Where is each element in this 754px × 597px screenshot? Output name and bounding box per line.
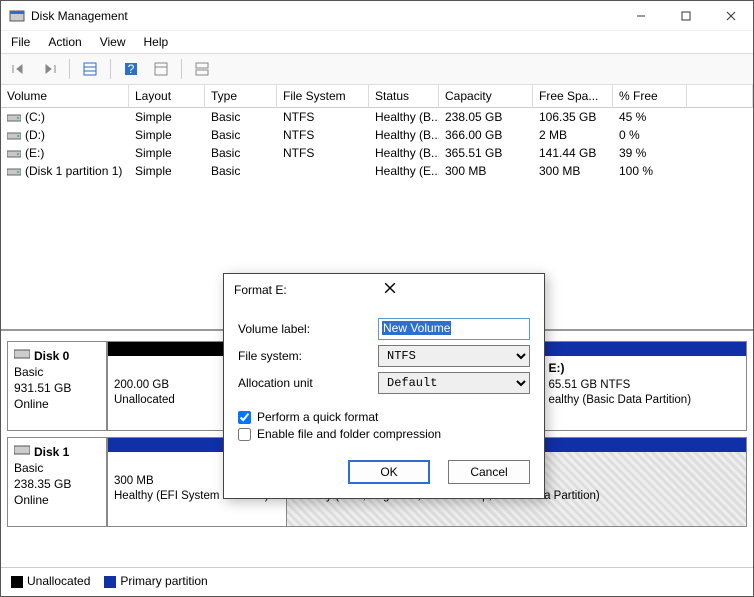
- menu-file[interactable]: File: [11, 35, 30, 49]
- volume-label-input[interactable]: New Volume: [378, 318, 530, 340]
- allocation-unit-select[interactable]: Default: [378, 372, 530, 394]
- table-row[interactable]: (E:)SimpleBasicNTFSHealthy (B...365.51 G…: [1, 144, 753, 162]
- drive-icon: [7, 148, 21, 158]
- help-button[interactable]: ?: [119, 58, 143, 80]
- partition[interactable]: E:)65.51 GB NTFSealthy (Basic Data Parti…: [542, 342, 746, 430]
- table-row[interactable]: (Disk 1 partition 1)SimpleBasicHealthy (…: [1, 162, 753, 180]
- titlebar: Disk Management: [1, 1, 753, 31]
- format-dialog: Format E: Volume label: New Volume File …: [223, 273, 545, 499]
- label-file-system: File system:: [238, 349, 378, 363]
- forward-button[interactable]: [37, 58, 61, 80]
- dialog-close-button[interactable]: [384, 282, 534, 297]
- quick-format-checkbox[interactable]: Perform a quick format: [238, 410, 530, 424]
- menu-view[interactable]: View: [100, 35, 126, 49]
- label-allocation-unit: Allocation unit: [238, 376, 378, 390]
- col-type[interactable]: Type: [205, 85, 277, 108]
- disk-icon: [14, 444, 30, 459]
- swatch-primary: [104, 576, 116, 588]
- ok-button[interactable]: OK: [348, 460, 430, 484]
- cancel-button[interactable]: Cancel: [448, 460, 530, 484]
- quick-format-label: Perform a quick format: [257, 410, 378, 424]
- compression-checkbox[interactable]: Enable file and folder compression: [238, 427, 530, 441]
- col-layout[interactable]: Layout: [129, 85, 205, 108]
- app-icon: [9, 8, 25, 24]
- menu-action[interactable]: Action: [48, 35, 81, 49]
- svg-text:?: ?: [128, 62, 135, 76]
- table-row[interactable]: (D:)SimpleBasicNTFSHealthy (B...366.00 G…: [1, 126, 753, 144]
- window-title: Disk Management: [31, 9, 618, 23]
- drive-icon: [7, 166, 21, 176]
- legend-primary: Primary partition: [120, 574, 207, 588]
- minimize-button[interactable]: [618, 1, 663, 31]
- col-fs[interactable]: File System: [277, 85, 369, 108]
- back-button[interactable]: [7, 58, 31, 80]
- col-status[interactable]: Status: [369, 85, 439, 108]
- menubar: File Action View Help: [1, 31, 753, 53]
- toolbar: ?: [1, 53, 753, 85]
- maximize-button[interactable]: [663, 1, 708, 31]
- column-headers[interactable]: Volume Layout Type File System Status Ca…: [1, 85, 753, 108]
- file-system-select[interactable]: NTFS: [378, 345, 530, 367]
- disk-label[interactable]: Disk 0Basic931.51 GBOnline: [7, 341, 107, 431]
- show-hide-button[interactable]: [78, 58, 102, 80]
- col-volume[interactable]: Volume: [1, 85, 129, 108]
- legend: Unallocated Primary partition: [1, 567, 753, 594]
- label-volume-label: Volume label:: [238, 322, 378, 336]
- close-button[interactable]: [708, 1, 753, 31]
- dialog-title: Format E:: [234, 283, 384, 297]
- menu-help[interactable]: Help: [144, 35, 169, 49]
- drive-icon: [7, 112, 21, 122]
- col-pctfree[interactable]: % Free: [613, 85, 687, 108]
- col-capacity[interactable]: Capacity: [439, 85, 533, 108]
- table-row[interactable]: (C:)SimpleBasicNTFSHealthy (B...238.05 G…: [1, 108, 753, 126]
- compression-label: Enable file and folder compression: [257, 427, 441, 441]
- disk-label[interactable]: Disk 1Basic238.35 GBOnline: [7, 437, 107, 527]
- disk-icon: [14, 348, 30, 363]
- col-free[interactable]: Free Spa...: [533, 85, 613, 108]
- properties-button[interactable]: [149, 58, 173, 80]
- legend-unallocated: Unallocated: [27, 574, 90, 588]
- drive-icon: [7, 130, 21, 140]
- swatch-unallocated: [11, 576, 23, 588]
- layout-button[interactable]: [190, 58, 214, 80]
